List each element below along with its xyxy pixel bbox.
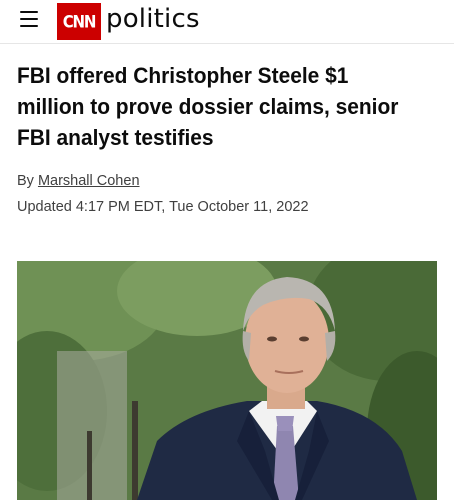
- site-header: CNN politics: [0, 0, 454, 44]
- updated-timestamp: Updated 4:17 PM EDT, Tue October 11, 202…: [17, 199, 309, 215]
- article-headline: FBI offered Christopher Steele $1 millio…: [17, 63, 399, 150]
- photo-illustration: [17, 261, 437, 500]
- byline: By Marshall Cohen: [17, 173, 140, 189]
- cnn-logo-text: CNN: [62, 11, 97, 32]
- byline-prefix: By: [17, 173, 34, 189]
- hamburger-menu-icon[interactable]: [20, 11, 38, 27]
- article-photo: [17, 261, 437, 500]
- author-link[interactable]: Marshall Cohen: [38, 173, 140, 189]
- section-title[interactable]: politics: [106, 4, 200, 34]
- cnn-logo[interactable]: CNN: [57, 3, 101, 40]
